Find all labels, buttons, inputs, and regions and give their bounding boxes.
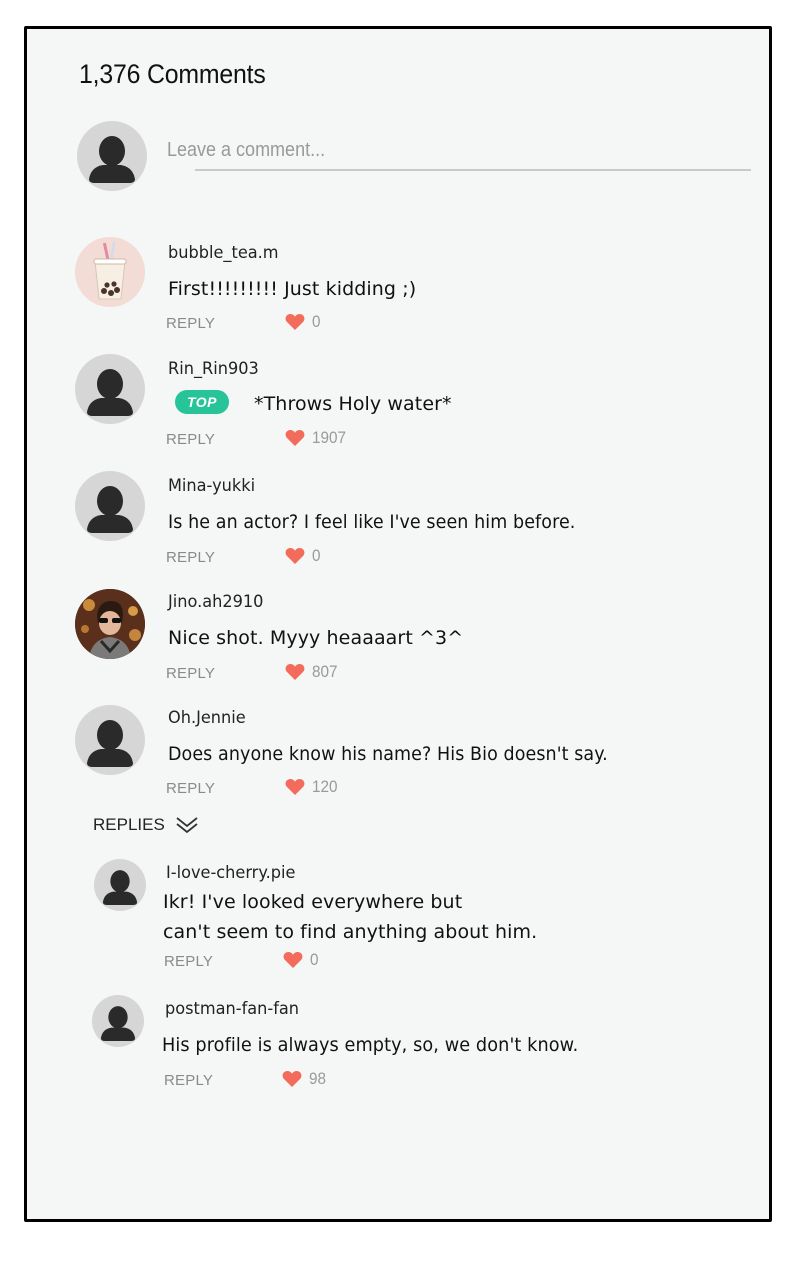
reply-avatar[interactable]	[92, 995, 144, 1047]
reply-button[interactable]: REPLY	[166, 780, 215, 797]
comment-input[interactable]	[167, 139, 693, 162]
commenter-avatar[interactable]	[75, 237, 145, 307]
reply-username[interactable]: I-love-cherry.pie	[166, 863, 295, 883]
comment-text: First!!!!!!!!! Just kidding ;)	[168, 278, 417, 300]
reply-button[interactable]: REPLY	[166, 315, 215, 332]
user-silhouette-icon	[100, 1006, 136, 1042]
bubble-tea-icon	[75, 237, 145, 307]
like-count: 1907	[312, 428, 347, 447]
profile-photo-icon	[75, 589, 145, 659]
reply-button[interactable]: REPLY	[164, 953, 213, 970]
like-button[interactable]: 120	[285, 777, 340, 797]
heart-icon	[282, 1071, 302, 1087]
reply-avatar[interactable]	[94, 859, 146, 911]
comment-username[interactable]: Rin_Rin903	[168, 359, 259, 379]
heart-icon	[285, 779, 305, 795]
comment-text: Is he an actor? I feel like I've seen hi…	[168, 511, 576, 533]
like-button[interactable]: 0	[285, 312, 321, 332]
comment-text: *Throws Holy water*	[254, 393, 452, 415]
heart-icon	[285, 430, 305, 446]
reply-text-line-1: Ikr! I've looked everywhere but	[163, 891, 463, 913]
comment-username[interactable]: Mina-yukki	[168, 476, 255, 496]
comment-input-underline	[195, 169, 751, 171]
replies-toggle-label: REPLIES	[93, 815, 165, 834]
heart-icon	[285, 548, 305, 564]
top-badge: TOP	[175, 390, 229, 414]
comments-panel: 1,376 Comments bubble_tea.m First!!!!!!!…	[24, 26, 772, 1222]
replies-toggle[interactable]: REPLIES	[93, 815, 199, 835]
reply-button[interactable]: REPLY	[166, 549, 215, 566]
comment-input-wrap	[167, 139, 751, 173]
like-count: 807	[312, 662, 338, 681]
commenter-avatar[interactable]	[75, 471, 145, 541]
user-silhouette-icon	[89, 136, 135, 183]
user-silhouette-icon	[102, 870, 138, 906]
reply-text-line-2: can't seem to find anything about him.	[163, 921, 538, 943]
reply-button[interactable]: REPLY	[166, 665, 215, 682]
like-count: 0	[310, 950, 319, 969]
comment-username[interactable]: Oh.Jennie	[168, 708, 246, 728]
comment-count-heading: 1,376 Comments	[79, 59, 266, 89]
double-chevron-down-icon	[176, 817, 198, 834]
like-count: 120	[312, 777, 338, 796]
commenter-avatar[interactable]	[75, 354, 145, 424]
user-silhouette-icon	[87, 369, 133, 416]
reply-username[interactable]: postman-fan-fan	[165, 999, 299, 1019]
like-count: 98	[309, 1069, 327, 1088]
heart-icon	[285, 314, 305, 330]
comment-text: Does anyone know his name? His Bio doesn…	[168, 743, 608, 765]
reply-button[interactable]: REPLY	[166, 431, 215, 448]
like-count: 0	[312, 546, 321, 565]
user-silhouette-icon	[87, 720, 133, 767]
comment-username[interactable]: Jino.ah2910	[168, 592, 263, 612]
like-button[interactable]: 1907	[285, 428, 350, 448]
like-button[interactable]: 98	[282, 1069, 328, 1089]
like-button[interactable]: 0	[283, 950, 319, 970]
user-silhouette-icon	[87, 486, 133, 533]
heart-icon	[283, 952, 303, 968]
commenter-avatar[interactable]	[75, 589, 145, 659]
like-count: 0	[312, 312, 321, 331]
current-user-avatar	[77, 121, 147, 191]
comment-username[interactable]: bubble_tea.m	[168, 243, 279, 263]
reply-button[interactable]: REPLY	[164, 1072, 213, 1089]
like-button[interactable]: 0	[285, 546, 321, 566]
commenter-avatar[interactable]	[75, 705, 145, 775]
heart-icon	[285, 664, 305, 680]
comment-text: Nice shot. Myyy heaaaart ^3^	[168, 627, 464, 649]
like-button[interactable]: 807	[285, 662, 340, 682]
reply-text: His profile is always empty, so, we don'…	[162, 1034, 579, 1056]
